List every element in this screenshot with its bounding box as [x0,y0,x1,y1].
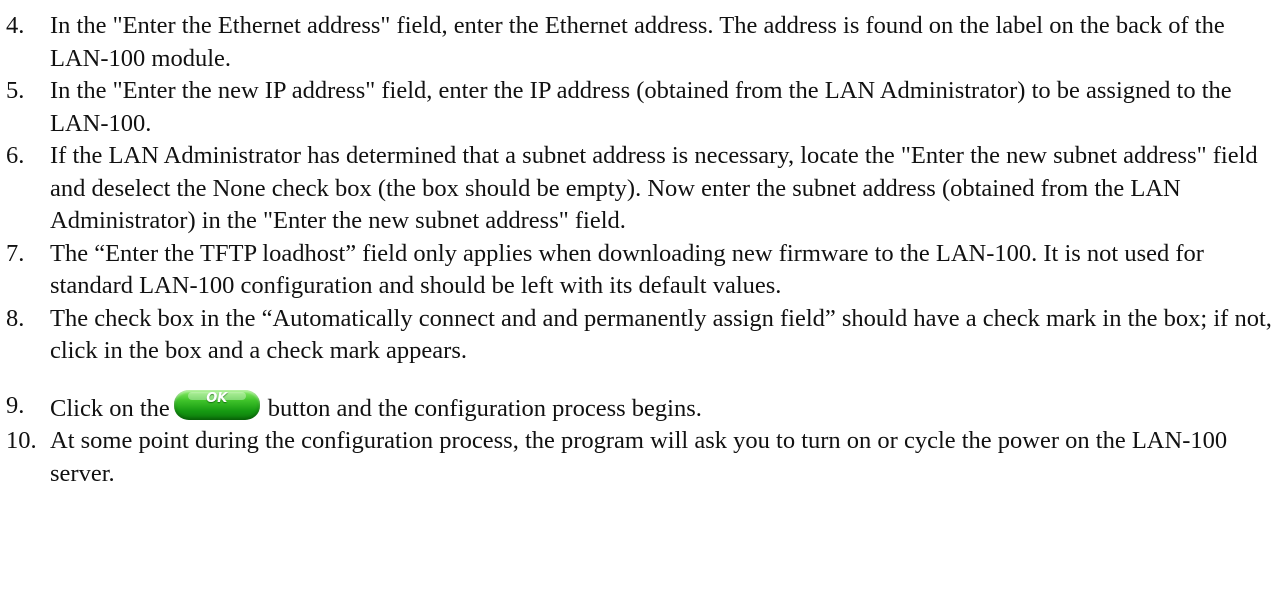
step-8: 8. The check box in the “Automatically co… [6,303,1276,368]
step-text-before: Click on the [50,394,170,422]
step-7: 7. The “Enter the TFTP loadhost” field on… [6,238,1276,303]
step-number: 4. [6,12,25,39]
step-number: 6. [6,142,25,169]
step-text: The check box in the “Automatically conn… [50,304,1272,365]
step-4: 4. In the "Enter the Ethernet address" fi… [6,10,1276,75]
document-page: 4. In the "Enter the Ethernet address" fi… [0,0,1284,592]
step-10: 10. At some point during the configuratio… [6,425,1276,490]
step-5: 5. In the "Enter the new IP address" fiel… [6,75,1276,140]
step-9: 9. Click on the OK button and the configura… [6,389,1276,426]
step-number: 8. [6,304,25,332]
step-6: 6. If the LAN Administrator has determine… [6,140,1276,238]
step-text: The “Enter the TFTP loadhost” field only… [50,239,1204,300]
ok-button-icon: OK [173,389,260,420]
step-number: 9. [6,391,25,419]
step-number: 5. [6,77,25,104]
instruction-steps-list: 4. In the "Enter the Ethernet address" fi… [6,10,1276,490]
step-text: In the "Enter the new IP address" field,… [50,77,1232,137]
step-text-after: button and the configuration process beg… [267,394,702,422]
step-text: At some point during the configuration p… [50,427,1228,487]
ok-button-label: OK [206,390,228,406]
step-number: 10. [6,427,37,454]
step-number: 7. [6,239,25,267]
step-text: If the LAN Administrator has determined … [50,142,1258,234]
step-text: In the "Enter the Ethernet address" fiel… [50,12,1225,72]
